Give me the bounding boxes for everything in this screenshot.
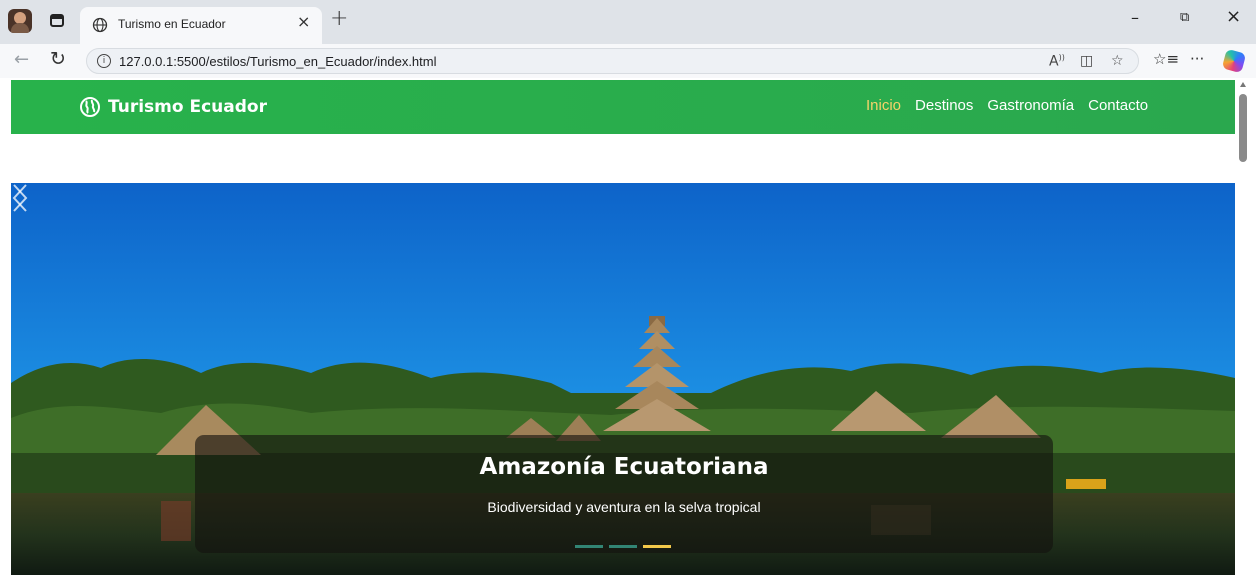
restore-icon[interactable]: ⧉: [1180, 10, 1189, 25]
browser-toolbar: ← ↻ i 127.0.0.1:5500/estilos/Turismo_en_…: [0, 44, 1256, 78]
favorite-star-icon[interactable]: ☆: [1111, 53, 1124, 69]
more-icon[interactable]: ···: [1190, 50, 1204, 68]
nav-link-gastronomia[interactable]: Gastronomía: [987, 97, 1074, 114]
browser-tab[interactable]: Turismo en Ecuador ×: [80, 7, 322, 44]
brand-name: Turismo Ecuador: [108, 97, 267, 117]
read-aloud-icon[interactable]: A)): [1049, 53, 1065, 70]
nav-link-contacto[interactable]: Contacto: [1088, 97, 1148, 114]
nav-links: Inicio Destinos Gastronomía Contacto: [866, 97, 1148, 114]
browser-titlebar: Turismo en Ecuador × + – ⧉ ×: [0, 0, 1256, 44]
tab-close-icon[interactable]: ×: [297, 12, 310, 31]
caption-title: Amazonía Ecuatoriana: [479, 454, 769, 480]
tab-actions-icon[interactable]: [50, 14, 64, 27]
url-text[interactable]: 127.0.0.1:5500/estilos/Turismo_en_Ecuado…: [119, 54, 436, 69]
carousel-indicator-3[interactable]: [643, 545, 671, 548]
site-brand[interactable]: Turismo Ecuador: [80, 95, 267, 119]
address-bar[interactable]: i 127.0.0.1:5500/estilos/Turismo_en_Ecua…: [86, 48, 1139, 74]
site-info-icon[interactable]: i: [97, 54, 111, 68]
site-navbar: Turismo Ecuador Inicio Destinos Gastrono…: [11, 80, 1235, 134]
scroll-thumb[interactable]: [1239, 94, 1247, 162]
nav-link-destinos[interactable]: Destinos: [915, 97, 973, 114]
globe-logo-icon: [80, 97, 100, 117]
page-viewport: Turismo Ecuador Inicio Destinos Gastrono…: [0, 78, 1256, 577]
split-screen-icon[interactable]: ◫: [1080, 53, 1093, 69]
carousel-caption: Amazonía Ecuatoriana Biodiversidad y ave…: [195, 435, 1053, 553]
favorites-list-icon[interactable]: ☆≡: [1153, 50, 1179, 68]
refresh-icon[interactable]: ↻: [50, 48, 66, 70]
close-window-icon[interactable]: ×: [1226, 6, 1241, 27]
scroll-up-arrow-icon[interactable]: [1240, 82, 1246, 87]
carousel-indicator-2[interactable]: [609, 545, 637, 548]
back-arrow-icon[interactable]: ←: [14, 49, 29, 70]
hero-carousel: Amazonía Ecuatoriana Biodiversidad y ave…: [11, 183, 1235, 575]
carousel-indicator-1[interactable]: [575, 545, 603, 548]
globe-icon: [92, 17, 108, 33]
carousel-indicators: [575, 545, 671, 548]
nav-link-inicio[interactable]: Inicio: [866, 97, 901, 114]
tab-title: Turismo en Ecuador: [118, 17, 226, 31]
profile-avatar[interactable]: [8, 9, 32, 33]
minimize-icon[interactable]: –: [1131, 8, 1139, 27]
carousel-next-icon[interactable]: [11, 183, 29, 213]
caption-text: Biodiversidad y aventura en la selva tro…: [487, 499, 761, 515]
new-tab-icon[interactable]: +: [330, 6, 348, 31]
